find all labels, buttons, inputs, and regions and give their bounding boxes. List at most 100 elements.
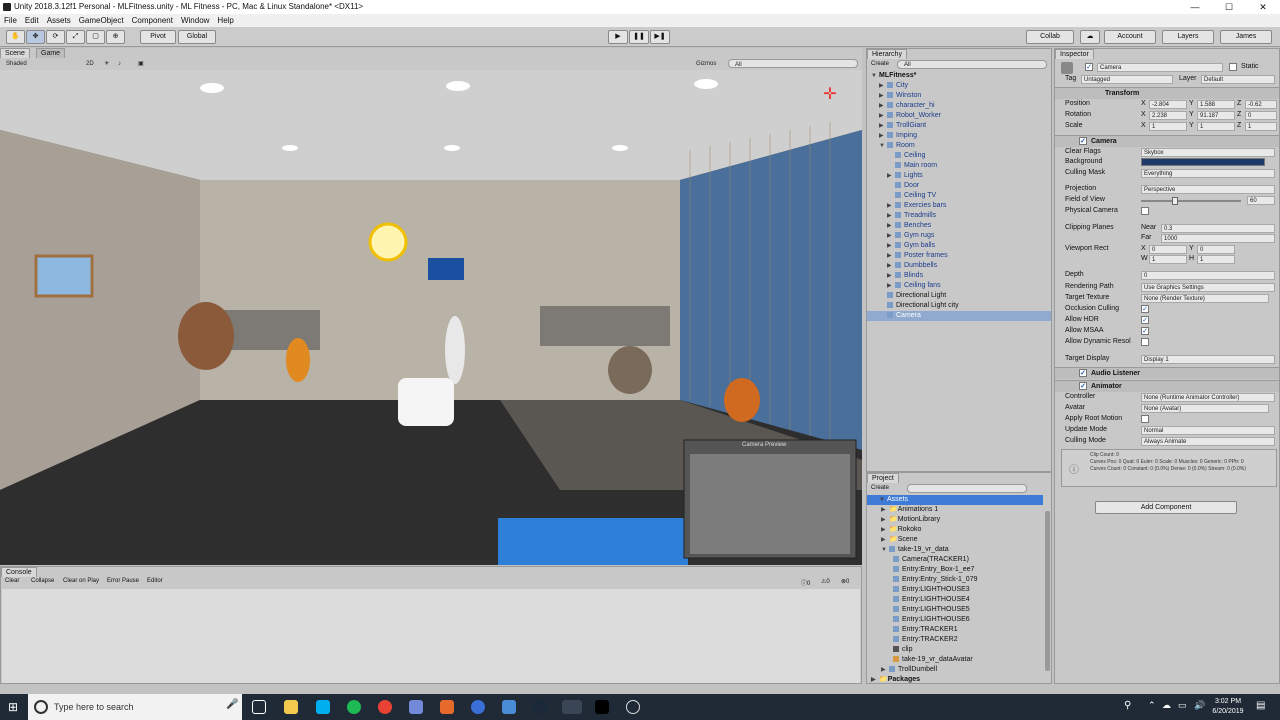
tab-console[interactable]: Console [1,567,37,577]
hierarchy-item-camera[interactable]: Camera [867,311,1051,321]
menu-help[interactable]: Help [217,14,233,27]
console-error-pause-button[interactable]: Error Pause [107,578,139,584]
rotation-x-field[interactable]: 2.238 [1149,111,1187,120]
project-item-lighthouse3[interactable]: Entry:LIGHTHOUSE3 [893,585,970,595]
rect-tool-icon[interactable]: ▢ [86,30,105,44]
hierarchy-item-poster-frames[interactable]: ▶ Poster frames [887,251,948,261]
2d-toggle[interactable]: 2D [86,59,94,69]
cloud-tray-icon[interactable]: ☁ [1162,700,1171,711]
tag-dropdown[interactable]: Untagged [1081,75,1173,84]
menu-file[interactable]: File [4,14,17,27]
hierarchy-item-door[interactable]: Door [887,181,919,191]
hierarchy-root-scene[interactable]: ▼ MLFitness* [871,71,916,81]
account-dropdown[interactable]: Account [1104,30,1156,44]
tab-inspector[interactable]: Inspector [1055,49,1094,59]
close-button[interactable]: ✕ [1246,0,1280,14]
project-scrollbar[interactable] [1045,511,1050,671]
project-item-lighthouse5[interactable]: Entry:LIGHTHOUSE5 [893,605,970,615]
scale-x-field[interactable]: 1 [1149,122,1187,131]
project-item-scene[interactable]: ▶ 📁Scene [881,535,918,545]
app-icon-light-blue[interactable] [502,700,516,714]
rotation-y-field[interactable]: 91.187 [1197,111,1235,120]
tray-chevron-icon[interactable]: ⌃ [1148,700,1156,711]
audio-icon[interactable]: ♪ [118,59,121,69]
position-x-field[interactable]: -2.804 [1149,100,1187,109]
viewport-h-field[interactable]: 1 [1197,255,1235,264]
chrome-icon[interactable] [378,700,392,714]
rendering-path-dropdown[interactable]: Use Graphics Settings [1141,283,1275,292]
layers-dropdown[interactable]: Layers [1162,30,1214,44]
scene-view[interactable]: Camera Preview ✛ [0,70,862,565]
global-toggle[interactable]: Global [178,30,216,44]
layer-dropdown[interactable]: Default [1201,75,1275,84]
scene-gizmo-icon[interactable]: ✛ [810,84,850,124]
console-log-area[interactable] [2,589,860,683]
hierarchy-item-main-room[interactable]: Main room [887,161,937,171]
project-search-input[interactable] [907,484,1027,493]
hierarchy-item-robot-worker[interactable]: ▶ Robot_Worker [879,111,941,121]
hierarchy-item-blinds[interactable]: ▶ Blinds [887,271,923,281]
project-item-animations[interactable]: ▶ 📁Animations 1 [881,505,938,515]
project-item-clip[interactable]: clip [893,645,913,655]
hierarchy-item-exercies-bars[interactable]: ▶ Exercies bars [887,201,946,211]
audio-listener-header[interactable]: ✓ Audio Listener [1055,367,1279,379]
console-collapse-button[interactable]: Collapse [31,578,54,584]
viewport-y-field[interactable]: 0 [1197,245,1235,254]
pause-button[interactable]: ❚❚ [629,30,649,44]
transform-header[interactable]: Transform [1055,87,1279,99]
skype-icon[interactable] [316,700,330,714]
culling-mode-dropdown[interactable]: Always Animate [1141,437,1275,446]
projection-dropdown[interactable]: Perspective [1141,185,1275,194]
people-icon[interactable]: ⚲ [1124,700,1131,711]
depth-field[interactable]: 0 [1141,271,1275,280]
project-item-tracker1[interactable]: Entry:TRACKER1 [893,625,958,635]
clear-flags-dropdown[interactable]: Skybox [1141,148,1275,157]
minimize-button[interactable]: — [1178,0,1212,14]
apply-root-motion-checkbox[interactable] [1141,415,1149,423]
hierarchy-create-button[interactable]: Create [871,61,889,67]
maximize-button[interactable]: ☐ [1212,0,1246,14]
allow-msaa-checkbox[interactable]: ✓ [1141,327,1149,335]
project-item-assets[interactable]: ▼ Assets [867,495,1043,505]
hand-tool-icon[interactable]: ✋ [6,30,25,44]
gizmos-dropdown[interactable]: Gizmos [696,59,716,69]
project-item-entry-stick[interactable]: Entry:Entry_Stick-1_079 [893,575,977,585]
project-item-motionlibrary[interactable]: ▶ 📁MotionLibrary [881,515,940,525]
hierarchy-item-ceiling-fans[interactable]: ▶ Ceiling fans [887,281,941,291]
scale-y-field[interactable]: 1 [1197,122,1235,131]
step-button[interactable]: ▶❚ [650,30,670,44]
tab-game[interactable]: Game [36,48,66,58]
menu-edit[interactable]: Edit [25,14,39,27]
project-item-entry-box[interactable]: Entry:Entry_Box-1_ee7 [893,565,974,575]
project-item-lighthouse4[interactable]: Entry:LIGHTHOUSE4 [893,595,970,605]
hierarchy-item-character-hi[interactable]: ▶ character_hi [879,101,935,111]
task-view-icon[interactable] [252,700,266,714]
hierarchy-item-ceiling-tv[interactable]: Ceiling TV [887,191,936,201]
menu-window[interactable]: Window [181,14,209,27]
hierarchy-item-room[interactable]: ▼ Room [879,141,915,151]
static-checkbox[interactable] [1229,63,1237,71]
occlusion-culling-checkbox[interactable]: ✓ [1141,305,1149,313]
move-tool-icon[interactable]: ✥ [26,30,45,44]
file-explorer-icon[interactable] [284,700,298,714]
object-name-field[interactable]: Camera [1097,63,1223,72]
transform-tool-icon[interactable]: ⊕ [106,30,125,44]
hierarchy-item-directional-light[interactable]: Directional Light [879,291,946,301]
active-checkbox[interactable]: ✓ [1085,63,1093,71]
cloud-icon[interactable]: ☁ [1080,30,1100,44]
tab-project[interactable]: Project [867,473,899,483]
animator-header[interactable]: ✓ Animator [1055,380,1279,392]
console-info-count[interactable]: ⓘ0 [801,578,810,587]
fov-field[interactable]: 60 [1247,196,1275,205]
scale-tool-icon[interactable]: ⤢ [66,30,85,44]
scale-z-field[interactable]: 1 [1245,122,1277,131]
console-warning-count[interactable]: ⚠0 [821,578,830,585]
target-texture-field[interactable]: None (Render Texture) [1141,294,1269,303]
update-mode-dropdown[interactable]: Normal [1141,426,1275,435]
blender-icon[interactable] [440,700,454,714]
layout-dropdown[interactable]: James [1220,30,1272,44]
collab-button[interactable]: Collab [1026,30,1074,44]
hierarchy-item-lights[interactable]: ▶ Lights [887,171,923,181]
position-y-field[interactable]: 1.588 [1197,100,1235,109]
hierarchy-item-city[interactable]: ▶ City [879,81,908,91]
